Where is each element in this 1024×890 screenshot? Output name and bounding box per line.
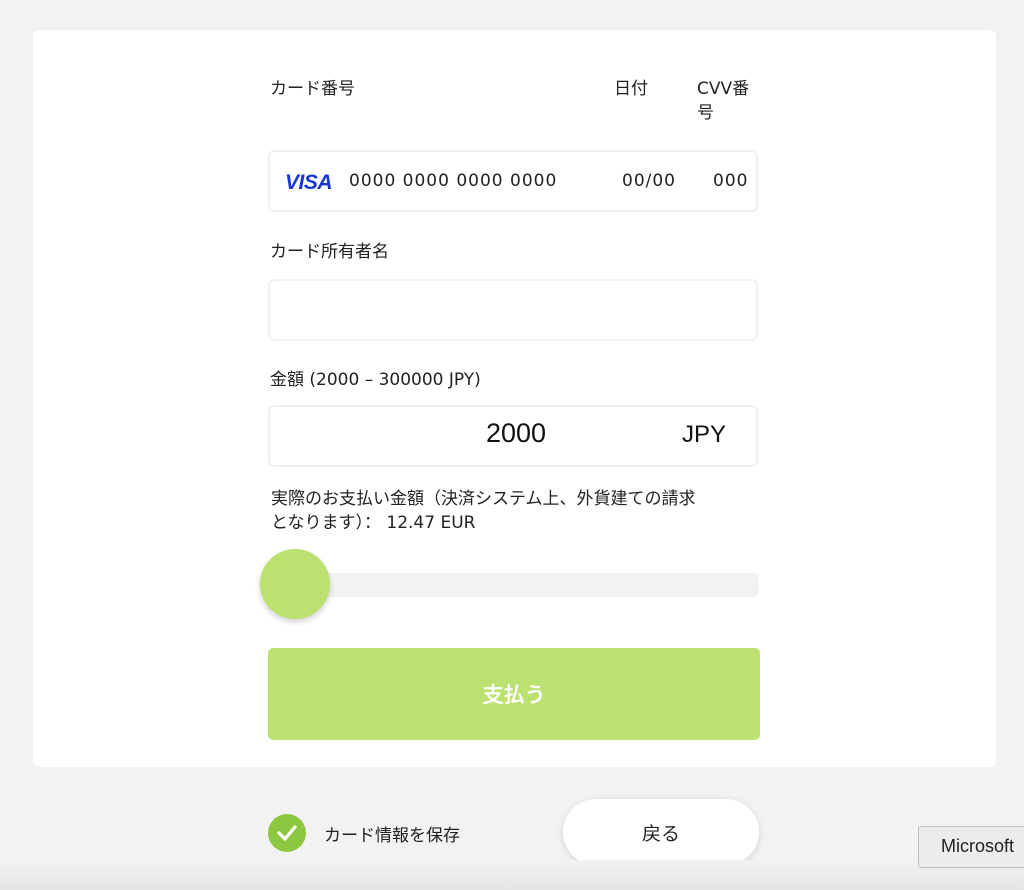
card-number-label: カード番号 — [270, 79, 355, 99]
cardholder-input[interactable] — [268, 279, 758, 341]
currency-label: JPY — [682, 421, 727, 448]
amount-label: 金額 (2000 – 300000 JPY) — [270, 370, 481, 390]
expiry-input[interactable]: 00/00 — [622, 171, 676, 191]
cvv-input[interactable]: 000 — [713, 171, 748, 191]
cvv-label-line1: CVV番 — [697, 79, 750, 99]
visa-icon: VISA — [285, 171, 333, 194]
note-line-2: となります）： 12.47 EUR — [271, 513, 476, 533]
cvv-label-line2: 号 — [697, 103, 714, 123]
amount-input[interactable]: 2000 — [468, 418, 564, 449]
amount-slider-track[interactable] — [268, 573, 759, 597]
card-number-input[interactable]: 0000 0000 0000 0000 — [349, 171, 557, 191]
date-label: 日付 — [614, 79, 648, 99]
checkmark-icon — [277, 825, 297, 841]
note-line-1: 実際のお支払い金額（決済システム上、外貨建ての請求 — [271, 489, 696, 509]
save-card-label[interactable]: カード情報を保存 — [324, 821, 460, 846]
bottom-shade — [0, 860, 1024, 890]
amount-slider-thumb[interactable] — [260, 549, 330, 619]
pay-button[interactable]: 支払う — [268, 648, 760, 740]
microsoft-tooltip: Microsoft — [918, 826, 1024, 868]
cvv-label: CVV番 号 — [697, 77, 749, 125]
save-card-checkbox[interactable] — [268, 814, 306, 852]
cardholder-label: カード所有者名 — [270, 242, 389, 262]
actual-amount-note: 実際のお支払い金額（決済システム上、外貨建ての請求 となります）： 12.47 … — [271, 487, 771, 535]
back-button[interactable]: 戻る — [563, 799, 759, 865]
